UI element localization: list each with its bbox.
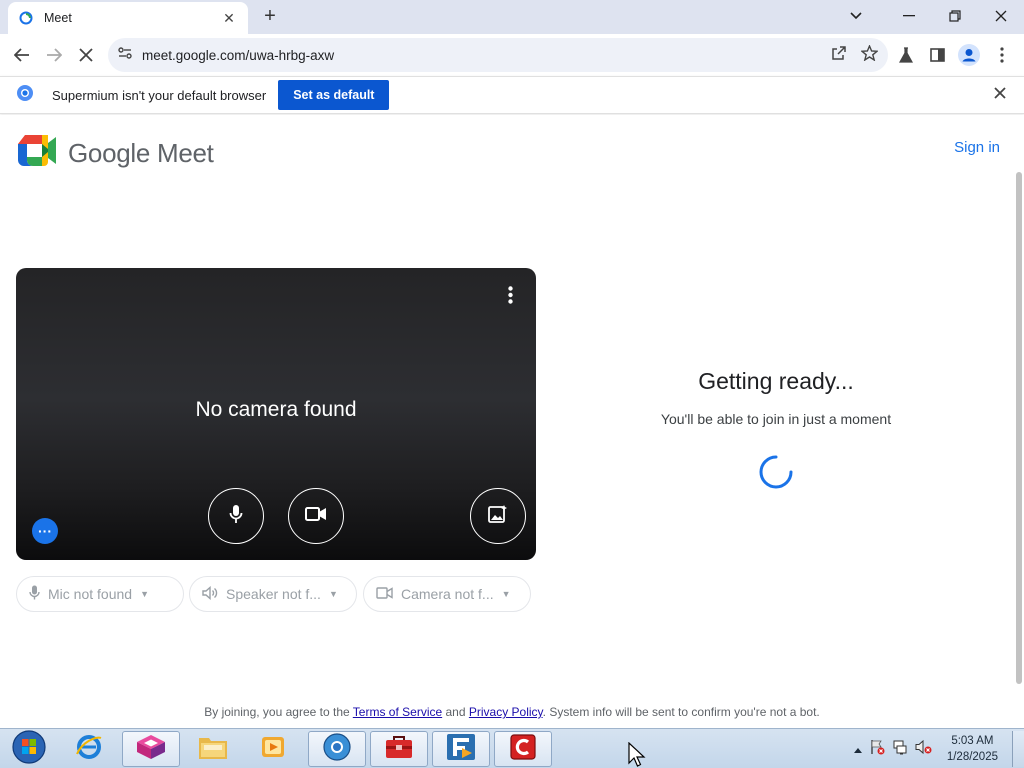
camera-button[interactable] bbox=[288, 488, 344, 544]
site-info-icon[interactable] bbox=[118, 46, 132, 64]
meet-favicon-icon bbox=[18, 10, 34, 26]
address-bar[interactable]: meet.google.com/uwa-hrbg-axw bbox=[108, 38, 888, 72]
caret-down-icon: ▼ bbox=[501, 589, 511, 599]
red-c-app-icon bbox=[509, 733, 537, 766]
profile-avatar-icon[interactable] bbox=[954, 40, 984, 70]
internet-explorer-icon bbox=[74, 732, 104, 767]
folder-icon bbox=[197, 733, 229, 766]
microphone-icon bbox=[229, 504, 243, 529]
network-icon[interactable] bbox=[892, 739, 908, 760]
taskbar-clock[interactable]: 5:03 AM 1/28/2025 bbox=[947, 733, 998, 765]
footer-and: and bbox=[445, 705, 466, 719]
taskbar: 5:03 AM 1/28/2025 bbox=[0, 728, 1024, 768]
taskbar-internet-explorer[interactable] bbox=[60, 731, 118, 767]
no-camera-message: No camera found bbox=[195, 398, 357, 421]
footer-prefix: By joining, you agree to the bbox=[204, 705, 350, 719]
taskbar-supermium-browser[interactable] bbox=[308, 731, 366, 767]
system-tray: 5:03 AM 1/28/2025 bbox=[853, 733, 1010, 765]
minimize-icon[interactable] bbox=[886, 0, 932, 32]
toolbox-icon bbox=[384, 734, 414, 765]
microphone-icon bbox=[29, 585, 40, 603]
show-desktop-button[interactable] bbox=[1012, 731, 1024, 767]
infobar-message: Supermium isn't your default browser bbox=[52, 87, 267, 103]
restore-icon[interactable] bbox=[932, 0, 978, 32]
speaker-icon bbox=[202, 585, 218, 603]
camera-selector[interactable]: Camera not f... ▼ bbox=[363, 576, 531, 612]
taskbar-file-explorer[interactable] bbox=[184, 731, 242, 767]
back-icon[interactable] bbox=[7, 40, 37, 70]
video-preview: No camera found ··· bbox=[16, 268, 536, 560]
side-panel-icon[interactable] bbox=[922, 40, 952, 70]
brand-name: Google Meet bbox=[68, 137, 214, 168]
labs-flask-icon[interactable] bbox=[891, 40, 921, 70]
caret-down-icon: ▼ bbox=[328, 589, 338, 599]
remote-access-app-icon bbox=[445, 732, 477, 767]
taskbar-toolbox-app[interactable] bbox=[370, 731, 428, 767]
video-camera-icon bbox=[376, 586, 393, 602]
start-button[interactable] bbox=[0, 729, 58, 768]
share-icon[interactable] bbox=[831, 45, 847, 66]
sign-in-button[interactable]: Sign in bbox=[954, 139, 1000, 156]
microphone-button[interactable] bbox=[208, 488, 264, 544]
camera-selector-label: Camera not f... bbox=[401, 586, 494, 602]
more-actions-icon[interactable]: ··· bbox=[32, 518, 58, 544]
footer-suffix: . System info will be sent to confirm yo… bbox=[542, 705, 820, 719]
browser-logo-icon bbox=[16, 84, 34, 107]
caret-down-icon: ▼ bbox=[140, 589, 149, 599]
url-text: meet.google.com/uwa-hrbg-axw bbox=[142, 47, 335, 63]
speaker-selector-label: Speaker not f... bbox=[226, 586, 321, 602]
action-center-flag-icon[interactable] bbox=[869, 739, 885, 760]
taskbar-app-pink-cube[interactable] bbox=[122, 731, 180, 767]
mic-selector[interactable]: Mic not found ▼ bbox=[16, 576, 184, 612]
infobar-close-icon[interactable] bbox=[994, 86, 1006, 104]
clock-date: 1/28/2025 bbox=[946, 751, 998, 763]
privacy-policy-link[interactable]: Privacy Policy bbox=[469, 705, 543, 719]
set-as-default-button[interactable]: Set as default bbox=[278, 80, 390, 110]
tab-meet[interactable]: Meet ✕ bbox=[8, 2, 248, 34]
loading-spinner-icon bbox=[758, 454, 794, 495]
status-subtitle: You'll be able to join in just a moment bbox=[660, 411, 892, 427]
browser-menu-icon[interactable] bbox=[987, 40, 1017, 70]
taskbar-media-player[interactable] bbox=[244, 731, 302, 767]
terms-of-service-link[interactable]: Terms of Service bbox=[353, 705, 442, 719]
show-hidden-icons-icon[interactable] bbox=[853, 740, 862, 758]
tab-search-chevron-icon[interactable] bbox=[833, 0, 879, 32]
video-camera-icon bbox=[305, 506, 327, 527]
tab-title: Meet bbox=[44, 11, 72, 25]
meet-page: Google Meet Sign in No camera found ··· bbox=[0, 115, 1024, 728]
taskbar-remote-app[interactable] bbox=[432, 731, 490, 767]
tab-close-icon[interactable]: ✕ bbox=[220, 9, 238, 27]
speaker-selector[interactable]: Speaker not f... ▼ bbox=[189, 576, 357, 612]
bookmark-star-icon[interactable] bbox=[860, 43, 879, 66]
pink-cube-app-icon bbox=[135, 734, 167, 765]
visual-effects-icon bbox=[488, 504, 508, 529]
new-tab-icon[interactable]: + bbox=[258, 4, 282, 28]
mic-selector-label: Mic not found bbox=[48, 586, 133, 602]
volume-muted-icon[interactable] bbox=[915, 739, 932, 760]
meet-logo-icon bbox=[18, 135, 56, 171]
window-close-icon[interactable] bbox=[978, 0, 1024, 32]
visual-effects-button[interactable] bbox=[470, 488, 526, 544]
stop-loading-icon[interactable] bbox=[71, 40, 101, 70]
scrollbar-thumb[interactable] bbox=[1016, 172, 1022, 684]
media-player-icon bbox=[259, 733, 287, 766]
google-meet-logo[interactable]: Google Meet bbox=[18, 135, 214, 171]
tab-strip: Meet ✕ + bbox=[0, 0, 1024, 34]
mouse-cursor-icon bbox=[628, 741, 648, 768]
windows-start-orb-icon bbox=[12, 729, 46, 768]
forward-icon[interactable] bbox=[39, 40, 69, 70]
clock-time: 5:03 AM bbox=[951, 735, 994, 747]
taskbar-red-c-app[interactable] bbox=[494, 731, 552, 767]
supermium-browser-icon bbox=[322, 732, 352, 767]
terms-footer: By joining, you agree to the Terms of Se… bbox=[0, 705, 1024, 719]
browser-toolbar: meet.google.com/uwa-hrbg-axw bbox=[0, 34, 1024, 76]
more-options-icon[interactable] bbox=[502, 286, 518, 308]
default-browser-infobar: Supermium isn't your default browser Set… bbox=[0, 76, 1024, 114]
status-title: Getting ready... bbox=[698, 368, 854, 394]
